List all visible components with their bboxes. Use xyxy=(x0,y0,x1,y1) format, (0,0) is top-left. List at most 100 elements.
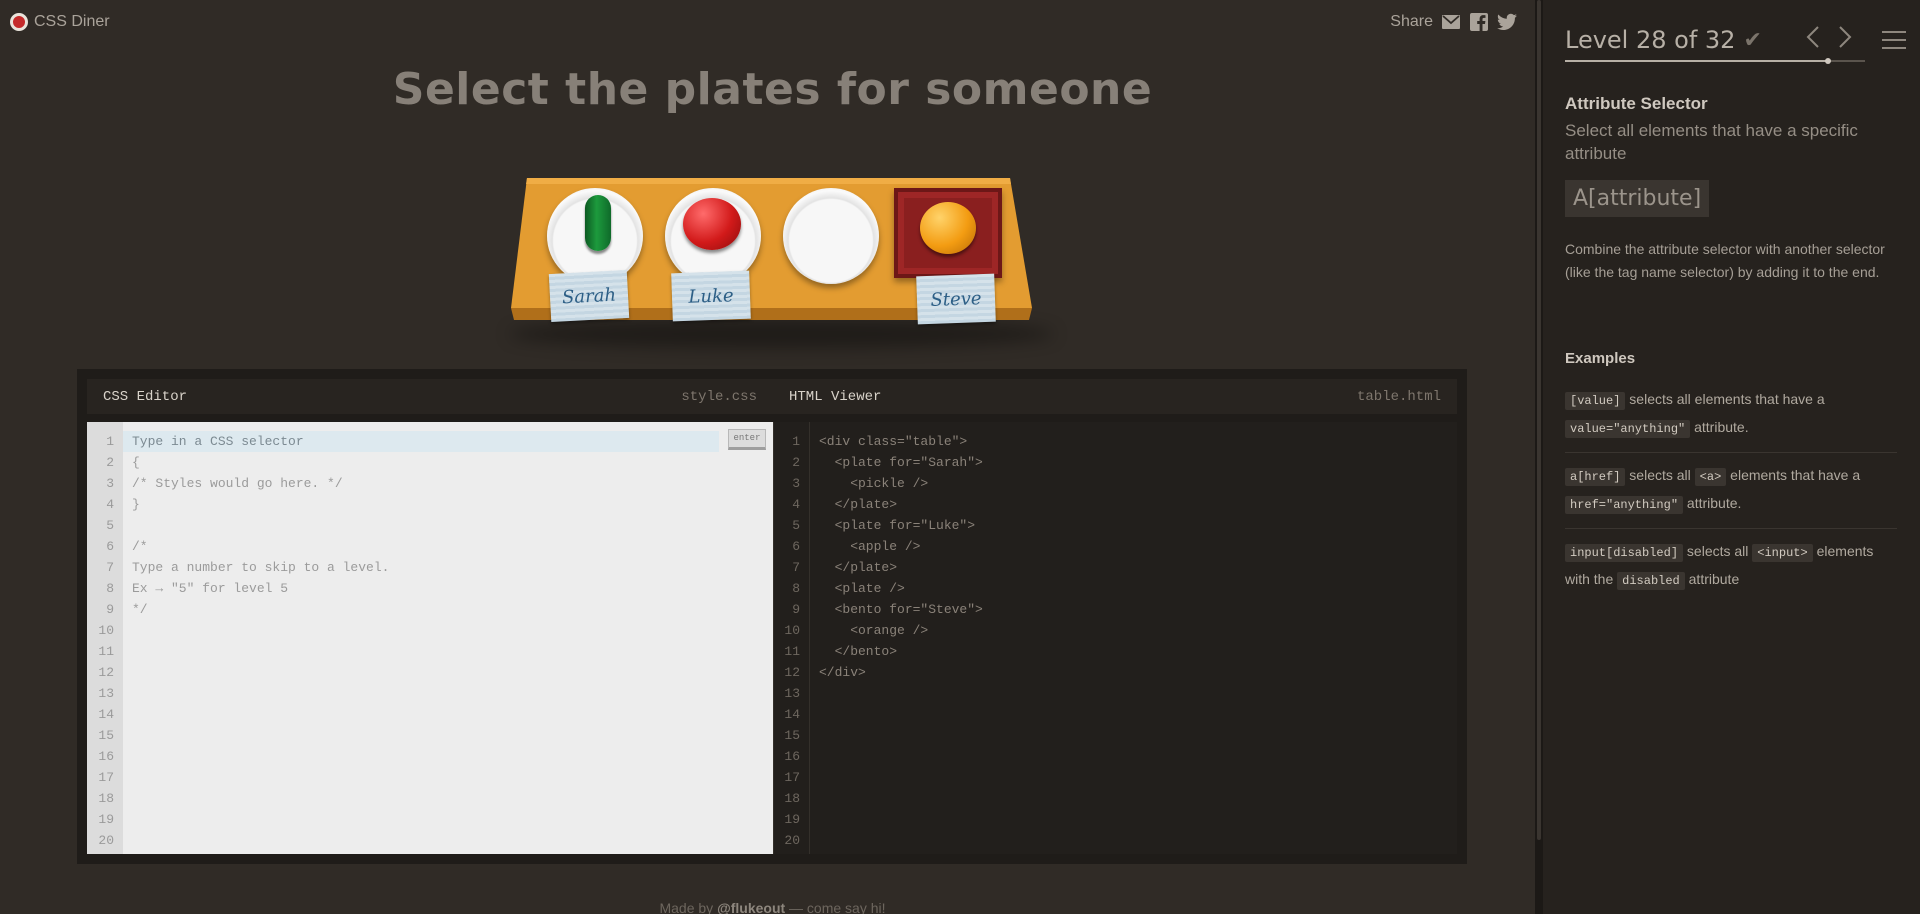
line-number: 6 xyxy=(106,539,114,554)
logo[interactable]: CSS Diner xyxy=(10,13,110,31)
example-text: attribute. xyxy=(1690,419,1749,435)
html-viewer-title: HTML Viewer xyxy=(789,388,882,405)
line-number: 13 xyxy=(98,686,114,701)
code-line: } xyxy=(132,497,140,512)
code-line: <plate for="Sarah"> xyxy=(819,455,983,470)
code-line: <bento for="Steve"> xyxy=(819,602,983,617)
plate-empty[interactable] xyxy=(783,188,879,284)
code-line: </plate> xyxy=(819,497,898,512)
example-1: [value] selects all elements that have a… xyxy=(1565,386,1897,453)
panel-scrollbar[interactable] xyxy=(1535,0,1543,914)
example-text: selects all elements that have a xyxy=(1625,391,1825,407)
name-tag-label: Steve xyxy=(930,287,982,311)
code-line: </plate> xyxy=(819,560,898,575)
line-number: 1 xyxy=(106,434,114,449)
line-number: 9 xyxy=(792,602,800,617)
twitter-icon[interactable] xyxy=(1497,12,1517,32)
footer-prefix: Made by xyxy=(659,900,718,914)
example-code: <a> xyxy=(1694,468,1727,486)
line-number: 8 xyxy=(106,581,114,596)
line-number: 19 xyxy=(784,812,800,827)
code-line: /* Styles would go here. */ xyxy=(132,476,343,491)
level-nav xyxy=(1806,25,1906,55)
apple[interactable] xyxy=(683,198,741,250)
pickle[interactable] xyxy=(585,195,611,251)
css-code: enter {/* Styles would go here. */} /* Typ… xyxy=(123,422,773,854)
example-code: disabled xyxy=(1617,572,1685,590)
game-area: CSS Diner Share Select the plates for so… xyxy=(0,0,1535,914)
level-progress-fill xyxy=(1565,60,1828,62)
author-link[interactable]: @flukeout xyxy=(717,900,785,914)
enter-button[interactable]: enter xyxy=(728,429,766,450)
line-number: 14 xyxy=(784,707,800,722)
level-progress-knob xyxy=(1824,58,1831,64)
code-line: <pickle /> xyxy=(819,476,929,491)
line-number: 3 xyxy=(106,476,114,491)
selector-name: Attribute Selector xyxy=(1565,94,1708,113)
html-line-numbers: 1 2 3 4 5 6 7 8 9 10 11 12 13 14 15 16 17 18 19 20 xyxy=(774,422,810,854)
example-text: selects all xyxy=(1683,543,1753,559)
line-number: 9 xyxy=(106,602,114,617)
line-number: 2 xyxy=(106,455,114,470)
css-editor-header: CSS Editor style.css xyxy=(87,379,773,414)
code-line: <plate /> xyxy=(819,581,905,596)
line-number: 12 xyxy=(784,665,800,680)
facebook-icon[interactable] xyxy=(1469,12,1489,32)
selector-syntax: A[attribute] xyxy=(1565,180,1710,217)
line-number: 11 xyxy=(98,644,114,659)
line-number: 5 xyxy=(792,518,800,533)
line-number: 15 xyxy=(98,728,114,743)
line-number: 15 xyxy=(784,728,800,743)
line-number: 11 xyxy=(784,644,800,659)
code-line: <div class="table"> xyxy=(819,434,968,449)
html-viewer-body: 1 2 3 4 5 6 7 8 9 10 11 12 13 14 15 16 17 18 19 20 <div cla… xyxy=(773,422,1457,854)
css-editor-filename: style.css xyxy=(681,388,757,405)
footer: Made by @flukeout — come say hi! xyxy=(0,900,1545,914)
previous-level-icon[interactable] xyxy=(1806,25,1820,55)
name-tag-label: Luke xyxy=(688,284,734,308)
scroll-thumb[interactable] xyxy=(1537,0,1541,840)
line-number: 20 xyxy=(98,833,114,848)
example-code: <input> xyxy=(1752,544,1813,562)
selector-hint: Combine the attribute selector with anot… xyxy=(1565,241,1885,280)
example-3: input[disabled] selects all <input> elem… xyxy=(1565,538,1897,604)
share-bar: Share xyxy=(1390,12,1517,32)
share-label: Share xyxy=(1390,13,1433,30)
name-tag-steve: Steve xyxy=(916,273,996,325)
logo-icon xyxy=(10,13,28,31)
line-number: 16 xyxy=(98,749,114,764)
example-text: attribute. xyxy=(1683,495,1742,511)
line-number: 17 xyxy=(98,770,114,785)
line-number: 17 xyxy=(784,770,800,785)
example-code: [value] xyxy=(1565,392,1626,410)
line-number: 4 xyxy=(792,497,800,512)
mail-icon[interactable] xyxy=(1441,12,1461,32)
level-header: Level 28 of 32 ✔ xyxy=(1565,22,1906,58)
footer-suffix: — come say hi! xyxy=(785,900,886,914)
line-number: 12 xyxy=(98,665,114,680)
name-tag-sarah: Sarah xyxy=(548,269,630,323)
next-level-icon[interactable] xyxy=(1838,25,1852,55)
selector-title: Select all elements that have a specific… xyxy=(1565,121,1858,163)
level-title[interactable]: Level 28 of 32 xyxy=(1565,26,1735,54)
orange[interactable] xyxy=(920,202,976,254)
code-line: Type a number to skip to a level. xyxy=(132,560,390,575)
line-number: 5 xyxy=(106,518,114,533)
css-selector-input[interactable] xyxy=(123,431,719,452)
line-number: 20 xyxy=(784,833,800,848)
line-number: 18 xyxy=(784,791,800,806)
line-number: 7 xyxy=(106,560,114,575)
html-viewer-header: HTML Viewer table.html xyxy=(773,379,1457,414)
line-number: 2 xyxy=(792,455,800,470)
code-line: <orange /> xyxy=(819,623,929,638)
order-title: Select the plates for someone xyxy=(392,64,1153,115)
line-number: 6 xyxy=(792,539,800,554)
level-sidebar: Level 28 of 32 ✔ Attribute Selector Sele… xyxy=(1543,0,1920,914)
menu-icon[interactable] xyxy=(1882,31,1906,49)
example-text: selects all xyxy=(1625,467,1695,483)
css-line-numbers: 1 2 3 4 5 6 7 8 9 10 11 12 13 14 15 16 17 18 19 20 xyxy=(87,422,123,854)
line-number: 3 xyxy=(792,476,800,491)
example-code: a[href] xyxy=(1565,468,1626,486)
html-viewer-pane: HTML Viewer table.html 1 2 3 4 5 6 7 8 9 10 11 12 13… xyxy=(773,379,1457,854)
